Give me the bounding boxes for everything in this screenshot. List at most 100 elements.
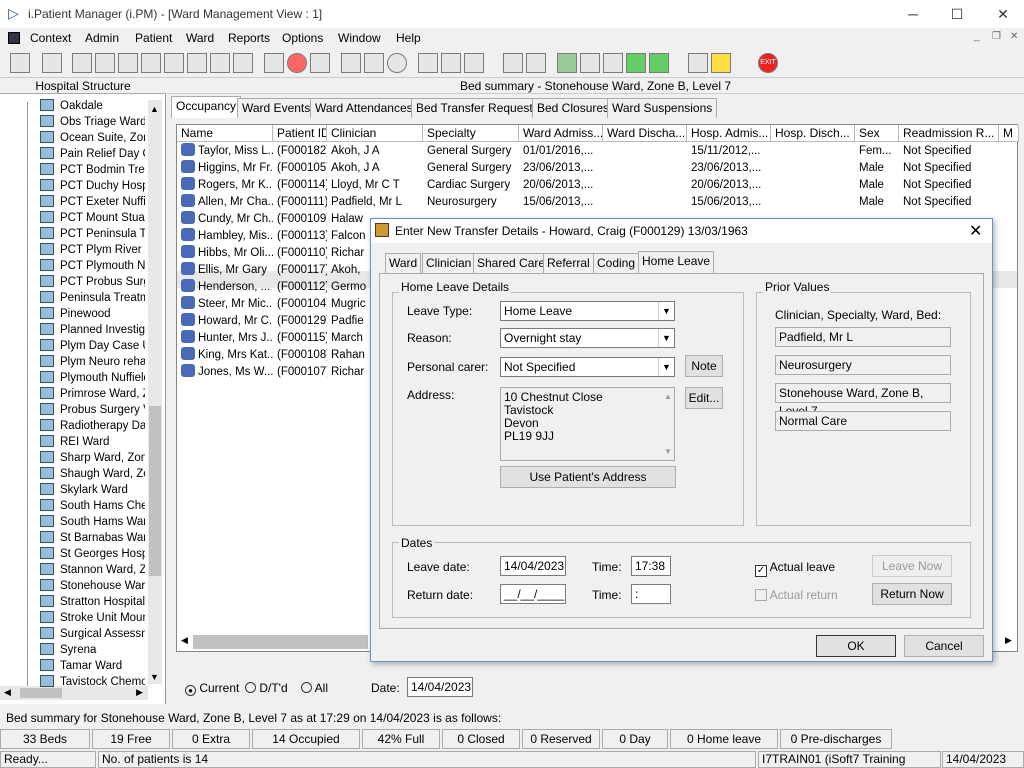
check-form-icon[interactable]	[603, 53, 623, 73]
table-cell[interactable]	[771, 160, 855, 177]
table-cell[interactable]: Not Specified	[899, 160, 999, 177]
tree-item[interactable]: PCT Peninsula Tr	[40, 226, 145, 242]
mdi-close-icon[interactable]: ✕	[1010, 31, 1018, 42]
table-cell[interactable]: Richar	[327, 245, 423, 262]
column-header[interactable]: Ward Admiss...	[519, 125, 603, 142]
table-cell[interactable]	[603, 194, 687, 211]
filter-dtd[interactable]: D/T'd	[245, 681, 288, 695]
table-cell[interactable]: Not Specified	[899, 194, 999, 211]
minimize-button[interactable]: ─	[890, 0, 936, 28]
grid-scroll-right-icon[interactable]: ▶	[1005, 635, 1012, 646]
actual-return-checkbox[interactable]: Actual return	[755, 588, 838, 602]
table-cell[interactable]: (F000117)	[273, 262, 327, 279]
table-cell[interactable]: Halaw	[327, 211, 423, 228]
table-cell[interactable]: Hibbs, Mr Oli...	[177, 245, 273, 262]
dtab-clinician[interactable]: Clinician	[422, 253, 476, 273]
table-cell[interactable]: 20/06/2013,...	[687, 177, 771, 194]
tree-item[interactable]: Plym Neuro rehab	[40, 354, 145, 370]
leave-date-input[interactable]: 14/04/2023	[500, 556, 566, 576]
table-cell[interactable]: Hambley, Mis...	[177, 228, 273, 245]
table-cell[interactable]: Cundy, Mr Ch...	[177, 211, 273, 228]
tree-item[interactable]: South Hams War	[40, 514, 145, 530]
table-cell[interactable]: Rahan	[327, 347, 423, 364]
table-cell[interactable]: (F000114)	[273, 177, 327, 194]
tree-item[interactable]: PCT Plym River F	[40, 242, 145, 258]
dtab-referral[interactable]: Referral	[543, 253, 594, 273]
tree-item[interactable]: PCT Duchy Hosp	[40, 178, 145, 194]
table-cell[interactable]: Germo	[327, 279, 423, 296]
user-icon[interactable]	[10, 53, 30, 73]
mdi-minimize-icon[interactable]: _	[974, 31, 980, 42]
table-cell[interactable]: 01/01/2016,...	[519, 143, 603, 160]
gauge-icon[interactable]	[387, 53, 407, 73]
clock-icon[interactable]	[287, 53, 307, 73]
tree-item[interactable]: Peninsula Treatm	[40, 290, 145, 306]
person-icon[interactable]	[164, 53, 184, 73]
tree-item[interactable]: Sharp Ward, Zon	[40, 450, 145, 466]
table-cell[interactable]: Henderson, ...	[177, 279, 273, 296]
table-cell[interactable]: (F000182)	[273, 143, 327, 160]
scroll-up-icon[interactable]: ▲	[150, 104, 159, 114]
tree-item[interactable]: Tamar Ward	[40, 658, 145, 674]
menu-help[interactable]: Help	[396, 31, 421, 45]
arrows-icon[interactable]	[649, 53, 669, 73]
menu-patient[interactable]: Patient	[135, 31, 172, 45]
table-cell[interactable]: Padfie	[327, 313, 423, 330]
list-icon[interactable]	[418, 53, 438, 73]
table-cell[interactable]: Cardiac Surgery	[423, 177, 519, 194]
table-cell[interactable]: Not Specified	[899, 143, 999, 160]
tree-item[interactable]: Syrena	[40, 642, 145, 658]
column-header[interactable]: Readmission R...	[899, 125, 999, 142]
tree-item[interactable]: Primrose Ward, Z	[40, 386, 145, 402]
use-patient-address-button[interactable]: Use Patient's Address	[500, 466, 676, 488]
table-cell[interactable]: (F000104)	[273, 296, 327, 313]
table-cell[interactable]: (F000112)	[273, 279, 327, 296]
page-icon[interactable]	[503, 53, 523, 73]
m-icon[interactable]	[141, 53, 161, 73]
exit-icon[interactable]: EXIT	[758, 53, 778, 73]
tree-item[interactable]: Ocean Suite, Zor	[40, 130, 145, 146]
menu-ward[interactable]: Ward	[186, 31, 214, 45]
table-cell[interactable]	[771, 194, 855, 211]
table-cell[interactable]: Taylor, Miss L...	[177, 143, 273, 160]
table-cell[interactable]: Padfield, Mr L	[327, 194, 423, 211]
tree-item[interactable]: South Hams Cher	[40, 498, 145, 514]
edit-address-button[interactable]: Edit...	[685, 387, 723, 409]
table-cell[interactable]: (F000129)	[273, 313, 327, 330]
tree-item[interactable]: St Barnabas War	[40, 530, 145, 546]
tab-occupancy[interactable]: Occupancy	[171, 96, 242, 118]
table-cell[interactable]: Jones, Ms W...	[177, 364, 273, 381]
menu-admin[interactable]: Admin	[85, 31, 119, 45]
column-header[interactable]: Clinician	[327, 125, 423, 142]
return-date-input[interactable]: __/__/____	[500, 584, 566, 604]
date-input[interactable]: 14/04/2023	[407, 677, 473, 697]
arrow-down-icon[interactable]	[626, 53, 646, 73]
column-header[interactable]: Name	[177, 125, 273, 142]
tree-item[interactable]: PCT Plymouth Nu	[40, 258, 145, 274]
table-cell[interactable]: Akoh, J A	[327, 143, 423, 160]
table-cell[interactable]: Lloyd, Mr C T	[327, 177, 423, 194]
table-cell[interactable]: (F000108)	[273, 347, 327, 364]
table-cell[interactable]: (F000115)	[273, 330, 327, 347]
tree-item[interactable]: Plym Day Case U	[40, 338, 145, 354]
table-cell[interactable]: (F000110)	[273, 245, 327, 262]
tree-item[interactable]: Radiotherapy Day	[40, 418, 145, 434]
tree-item[interactable]: Skylark Ward	[40, 482, 145, 498]
tree-item[interactable]: Shaugh Ward, Zo	[40, 466, 145, 482]
form-icon[interactable]	[118, 53, 138, 73]
filter-all[interactable]: All	[301, 681, 328, 695]
table-cell[interactable]: Howard, Mr C...	[177, 313, 273, 330]
table-cell[interactable]	[603, 177, 687, 194]
column-header[interactable]: M	[999, 125, 1019, 142]
table-cell[interactable]: Akoh, J A	[327, 160, 423, 177]
table-cell[interactable]: Falcon	[327, 228, 423, 245]
table-cell[interactable]: Steer, Mr Mic...	[177, 296, 273, 313]
check-list-icon[interactable]	[580, 53, 600, 73]
table-cell[interactable]: Akoh,	[327, 262, 423, 279]
dialog-close-icon[interactable]: ✕	[969, 221, 982, 241]
dropdown-arrow-icon[interactable]: ▼	[658, 358, 674, 376]
tree-item[interactable]: Plymouth Nuffield	[40, 370, 145, 386]
table-cell[interactable]: Hunter, Mrs J...	[177, 330, 273, 347]
swap-icon[interactable]	[688, 53, 708, 73]
table-cell[interactable]: (F000107)	[273, 364, 327, 381]
